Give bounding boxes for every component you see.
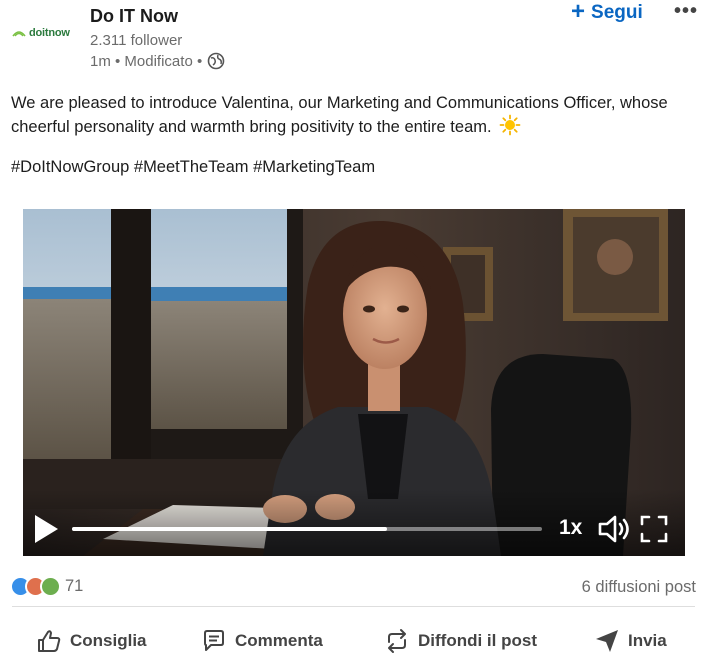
reactions-summary[interactable]: 71 (10, 576, 83, 597)
comment-icon (204, 630, 224, 651)
like-button[interactable]: Consiglia (36, 628, 147, 654)
divider (12, 606, 695, 607)
post-header: doitnow Do IT Now 2.311 follower 1m • Mo… (0, 0, 707, 80)
play-icon[interactable] (33, 514, 59, 544)
video-progress-bar[interactable] (72, 527, 542, 531)
like-label: Consiglia (70, 631, 147, 650)
more-options-button[interactable]: ••• (674, 0, 698, 23)
post-meta: 1m • Modificato • (90, 52, 225, 70)
follower-count: 2.311 follower (90, 32, 183, 49)
repost-button[interactable]: Diffondi il post (384, 628, 537, 654)
sun-emoji-icon (499, 114, 521, 136)
video-progress-fill (72, 527, 387, 531)
send-label: Invia (628, 631, 667, 650)
repost-label: Diffondi il post (418, 631, 537, 650)
support-icon (40, 576, 61, 597)
follow-button[interactable]: + Segui (571, 0, 643, 25)
company-logo[interactable]: doitnow (12, 22, 80, 44)
video-frame-image (23, 209, 685, 556)
repost-icon (388, 629, 406, 653)
comment-label: Commenta (235, 631, 323, 650)
playback-speed-button[interactable]: 1x (559, 516, 582, 540)
send-button[interactable]: Invia (594, 628, 667, 654)
globe-icon (207, 52, 225, 70)
company-name[interactable]: Do IT Now (90, 6, 178, 27)
comment-button[interactable]: Commenta (201, 628, 323, 654)
volume-icon[interactable] (597, 514, 633, 544)
post-body-text: We are pleased to introduce Valentina, o… (11, 94, 668, 136)
post-action-bar: Consiglia Commenta Diffondi il post Invi… (0, 620, 707, 660)
repost-count[interactable]: 6 diffusioni post (582, 578, 696, 597)
thumbs-up-icon (38, 630, 61, 652)
video-player[interactable]: 1x (23, 209, 685, 556)
follow-plus-icon: + (571, 0, 586, 25)
company-logo-text: doitnow (29, 27, 70, 39)
post-hashtags[interactable]: #DoItNowGroup #MeetTheTeam #MarketingTea… (11, 158, 375, 177)
company-logo-mark-icon (12, 31, 26, 37)
follow-label: Segui (591, 2, 643, 23)
post-meta-text: 1m • Modificato • (90, 52, 203, 70)
send-icon (596, 630, 618, 652)
fullscreen-icon[interactable] (640, 515, 668, 543)
post-body: We are pleased to introduce Valentina, o… (11, 92, 701, 138)
reaction-count: 71 (65, 577, 84, 595)
